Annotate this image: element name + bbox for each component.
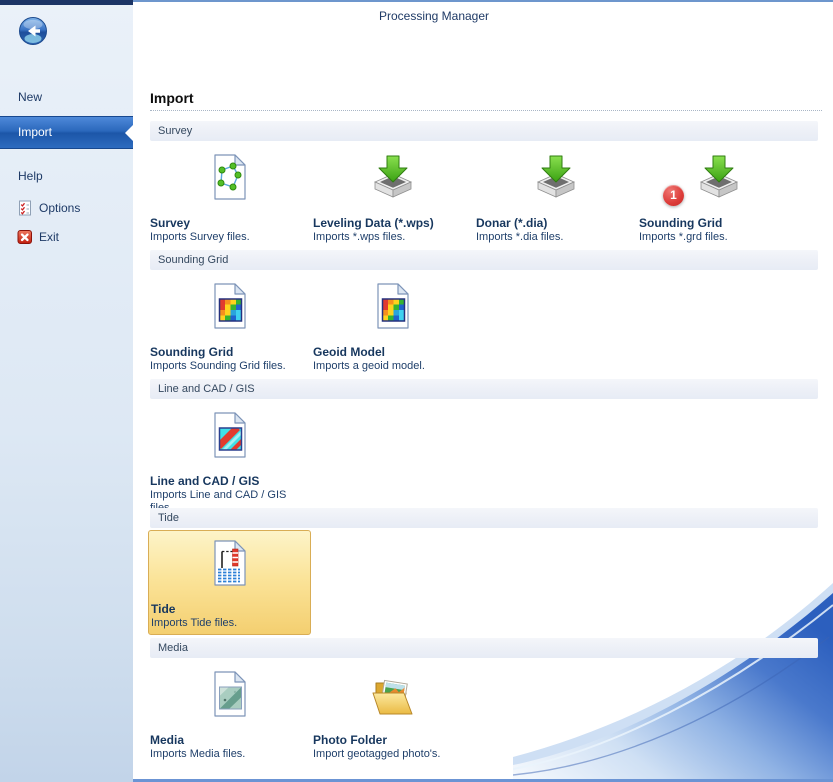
section-header: Line and CAD / GIS <box>150 379 818 399</box>
backstage-sidebar: New Import Help Options Exit <box>0 0 133 782</box>
item-title: Tide <box>149 603 310 616</box>
section-tide: Tide <box>148 508 821 635</box>
item-description: Imports *.dia files. <box>474 231 637 244</box>
item-leveling-data[interactable]: Leveling Data (*.wps) Imports *.wps file… <box>311 141 474 244</box>
item-geoid-model[interactable]: Geoid Model Imports a geoid model. <box>311 270 474 373</box>
sidebar-item-exit[interactable]: Exit <box>17 229 59 245</box>
section-line-cad-gis: Line and CAD / GIS <box>148 379 821 515</box>
sidebar-item-options-label: Options <box>39 201 80 215</box>
item-line-cad-gis[interactable]: Line and CAD / GIS Imports Line and CAD … <box>148 399 311 515</box>
sidebar-item-import-label: Import <box>18 117 52 148</box>
grid-document-icon <box>148 278 311 334</box>
section-header: Sounding Grid <box>150 250 818 270</box>
media-document-icon <box>148 666 311 722</box>
sidebar-item-help[interactable]: Help <box>18 169 43 183</box>
backstage-content: Processing Manager Import Survey <box>133 0 833 782</box>
sidebar-item-new[interactable]: New <box>18 90 42 104</box>
import-dropbox-icon <box>311 149 474 205</box>
item-title: Sounding Grid <box>148 346 311 359</box>
item-photo-folder[interactable]: Photo Folder Import geotagged photo's. <box>311 658 474 761</box>
sidebar-item-exit-label: Exit <box>39 230 59 244</box>
page-heading: Import <box>150 90 822 111</box>
section-items-row: Line and CAD / GIS Imports Line and CAD … <box>148 399 821 515</box>
notification-badge: 1 <box>663 185 684 206</box>
survey-document-icon <box>148 149 311 205</box>
section-items-row: Media Imports Media files. <box>148 658 821 761</box>
item-description: Imports a geoid model. <box>311 360 474 373</box>
item-media[interactable]: Media Imports Media files. <box>148 658 311 761</box>
item-description: Imports Tide files. <box>149 617 310 630</box>
section-items-row: Survey Imports Survey files. Leveling <box>148 141 821 244</box>
item-title: Media <box>148 734 311 747</box>
item-title: Geoid Model <box>311 346 474 359</box>
section-header: Survey <box>150 121 818 141</box>
item-title: Sounding Grid <box>637 217 800 230</box>
item-title: Leveling Data (*.wps) <box>311 217 474 230</box>
processing-manager-window: New Import Help Options Exit Processing <box>0 0 833 782</box>
section-survey: Survey Survey <box>148 121 821 244</box>
item-title: Survey <box>148 217 311 230</box>
section-media: Media <box>148 638 821 761</box>
item-description: Imports Survey files. <box>148 231 311 244</box>
item-description: Import geotagged photo's. <box>311 748 474 761</box>
exit-icon <box>17 229 33 245</box>
sidebar-item-options[interactable]: Options <box>17 200 80 216</box>
window-title: Processing Manager <box>133 9 735 23</box>
item-donar[interactable]: Donar (*.dia) Imports *.dia files. <box>474 141 637 244</box>
item-sounding-grid-import[interactable]: 1 Sounding Grid Imports *.grd files. <box>637 141 800 244</box>
item-description: Imports Media files. <box>148 748 311 761</box>
import-dropbox-icon <box>474 149 637 205</box>
item-title: Line and CAD / GIS <box>148 475 311 488</box>
section-header: Media <box>150 638 818 658</box>
item-survey[interactable]: Survey Imports Survey files. <box>148 141 311 244</box>
item-tide[interactable]: Tide Imports Tide files. <box>148 530 311 635</box>
sidebar-item-import[interactable]: Import <box>0 116 133 149</box>
options-checklist-icon <box>17 200 33 216</box>
section-items-row: Tide Imports Tide files. <box>148 528 821 635</box>
section-items-row: Sounding Grid Imports Sounding Grid file… <box>148 270 821 373</box>
item-title: Photo Folder <box>311 734 474 747</box>
back-button[interactable] <box>18 16 48 46</box>
section-sounding-grid: Sounding Grid <box>148 250 821 373</box>
section-header: Tide <box>150 508 818 528</box>
import-dropbox-icon <box>637 149 800 205</box>
tide-document-icon <box>149 535 310 591</box>
item-sounding-grid[interactable]: Sounding Grid Imports Sounding Grid file… <box>148 270 311 373</box>
photo-folder-icon <box>311 666 474 722</box>
grid-document-icon <box>311 278 474 334</box>
item-description: Imports Sounding Grid files. <box>148 360 311 373</box>
sidebar-top-strip <box>0 0 133 5</box>
back-arrow-icon <box>18 16 48 46</box>
item-description: Imports *.grd files. <box>637 231 800 244</box>
line-cad-document-icon <box>148 407 311 463</box>
item-description: Imports *.wps files. <box>311 231 474 244</box>
item-title: Donar (*.dia) <box>474 217 637 230</box>
